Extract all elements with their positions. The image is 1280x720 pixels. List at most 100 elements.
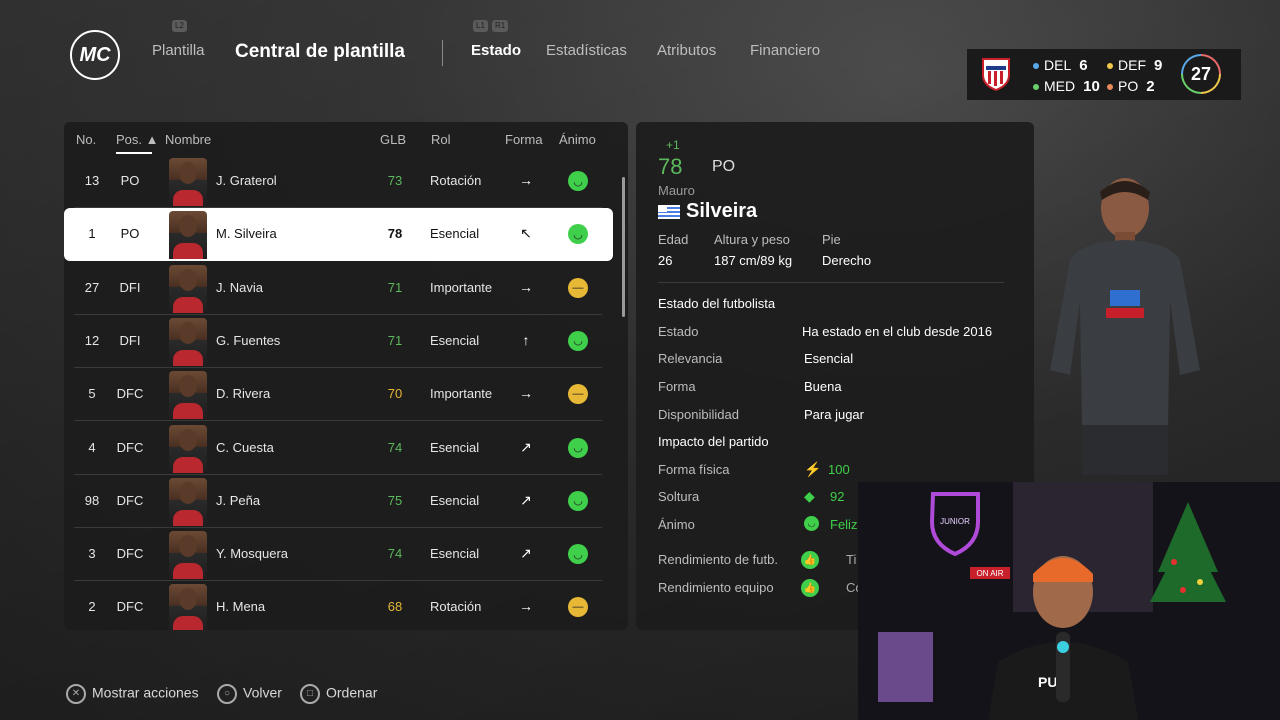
- player-photo-image: [169, 531, 207, 580]
- row-glb: 71: [387, 279, 403, 295]
- row-glb: 70: [387, 386, 403, 402]
- ordenar-button[interactable]: □ Ordenar: [300, 684, 377, 704]
- section-estado: Estado del futbolista: [658, 296, 776, 311]
- fisica-value: 100: [828, 462, 850, 477]
- mc-logo: MC: [70, 30, 120, 80]
- r1-hint-icon: R1: [492, 20, 509, 32]
- form-arrow-icon: ↗: [520, 438, 532, 455]
- soltura-label: Soltura: [658, 489, 700, 504]
- del-dot-icon: [1033, 63, 1039, 70]
- rend-futb-label: Rendimiento de futb.: [658, 552, 778, 567]
- row-name: J. Graterol: [216, 173, 277, 188]
- row-glb: 78: [387, 226, 403, 242]
- on-air-sign: ON AIR: [976, 569, 1003, 578]
- ordenar-label: Ordenar: [326, 684, 378, 701]
- form-arrow-icon: →: [519, 278, 533, 295]
- svg-text:PU: PU: [1038, 674, 1057, 690]
- ovr-delta: +1: [666, 138, 680, 152]
- row-position: DFI: [119, 332, 141, 348]
- team-overall-ring: 27: [1181, 54, 1221, 94]
- del-count: 6: [1079, 57, 1088, 74]
- logo-text: MC: [79, 43, 111, 66]
- volver-button[interactable]: ○ Volver: [217, 684, 282, 704]
- table-row[interactable]: 13 PO J. Graterol 73 Rotación → ◡: [64, 155, 602, 208]
- col-glb[interactable]: GLB: [380, 132, 406, 147]
- player-render-image: [1050, 178, 1200, 475]
- row-position: DFC: [116, 492, 144, 508]
- form-arrow-icon: ↗: [520, 545, 532, 562]
- col-nombre[interactable]: Nombre: [165, 132, 211, 147]
- player-last-name: Silveira: [686, 200, 758, 222]
- row-position: DFC: [116, 546, 144, 562]
- player-photo-image: [169, 211, 207, 260]
- nav-plantilla[interactable]: Plantilla: [152, 42, 205, 59]
- col-rol[interactable]: Rol: [431, 132, 451, 147]
- table-row[interactable]: 1 PO M. Silveira 78 Esencial ↖ ◡: [64, 208, 613, 262]
- col-forma[interactable]: Forma: [505, 132, 543, 147]
- animo-label: Ánimo: [658, 517, 695, 532]
- form-arrow-icon: ↗: [520, 491, 532, 508]
- relevancia-value: Esencial: [804, 351, 854, 366]
- detail-divider: [658, 282, 1004, 283]
- animo-happy-icon: ◡: [804, 516, 819, 531]
- col-no[interactable]: No.: [76, 132, 96, 147]
- page-title: Central de plantilla: [235, 41, 405, 62]
- table-row[interactable]: 27 DFI J. Navia 71 Importante → —: [64, 262, 602, 315]
- row-role: Esencial: [430, 546, 480, 562]
- edad-label: Edad: [658, 232, 689, 247]
- row-glb: 71: [387, 332, 403, 348]
- relevancia-label: Relevancia: [658, 351, 723, 366]
- table-row[interactable]: 5 DFC D. Rivera 70 Importante → —: [64, 368, 602, 422]
- table-row[interactable]: 4 DFC C. Cuesta 74 Esencial ↗ ◡: [64, 422, 602, 475]
- table-row[interactable]: 3 DFC Y. Mosquera 74 Esencial ↗ ◡: [64, 528, 602, 582]
- player-list-panel: No. Pos. ▲ Nombre GLB Rol Forma Ánimo 13…: [64, 122, 628, 630]
- header-divider: [442, 40, 443, 66]
- player-last-name-row: Silveira: [658, 200, 757, 223]
- player-ovr: 78: [658, 154, 683, 179]
- pie-value: Derecho: [822, 253, 872, 268]
- table-row[interactable]: 98 DFC J. Peña 75 Esencial ↗ ◡: [64, 475, 602, 528]
- mostrar-acciones-button[interactable]: ✕ Mostrar acciones: [66, 684, 199, 704]
- estado-value: Ha estado en el club desde 2016: [802, 324, 993, 339]
- form-arrow-icon: →: [519, 385, 533, 402]
- row-position: PO: [120, 226, 140, 242]
- sort-asc-icon: ▲: [145, 132, 159, 147]
- fisica-label: Forma física: [658, 462, 730, 477]
- col-pos[interactable]: Pos. ▲: [116, 132, 159, 147]
- po-label: PO: [1118, 78, 1139, 94]
- estado-label: Estado: [658, 324, 699, 339]
- svg-text:JUNIOR: JUNIOR: [940, 517, 970, 526]
- table-row[interactable]: 12 DFI G. Fuentes 71 Esencial ↑ ◡: [64, 315, 602, 368]
- tab-estadisticas[interactable]: Estadísticas: [546, 42, 627, 59]
- row-position: DFC: [116, 386, 144, 402]
- row-position: PO: [120, 173, 140, 188]
- med-stat: MED 10: [1033, 78, 1100, 95]
- happy-face-icon: ◡: [568, 437, 588, 458]
- edad-value: 26: [658, 253, 673, 268]
- row-name: G. Fuentes: [216, 332, 281, 348]
- l2-hint-label: L2: [175, 21, 184, 30]
- form-arrow-icon: →: [519, 598, 533, 615]
- square-button-icon: □: [300, 684, 320, 704]
- col-animo[interactable]: Ánimo: [559, 132, 596, 147]
- row-glb: 74: [387, 439, 403, 455]
- form-arrow-icon: ↖: [520, 225, 532, 242]
- table-row[interactable]: 2 DFC H. Mena 68 Rotación → —: [64, 581, 602, 630]
- form-arrow-icon: →: [519, 172, 533, 188]
- med-label: MED: [1044, 78, 1076, 94]
- tab-atributos[interactable]: Atributos: [657, 42, 716, 59]
- row-role: Rotación: [430, 173, 482, 188]
- animo-value: Feliz: [830, 517, 858, 532]
- tab-estado[interactable]: Estado: [471, 42, 521, 59]
- po-count: 2: [1146, 78, 1155, 95]
- row-role: Esencial: [430, 492, 480, 508]
- player-photo-image: [169, 158, 207, 206]
- row-position: DFI: [119, 279, 141, 295]
- def-count: 9: [1154, 57, 1163, 74]
- tab-financiero[interactable]: Financiero: [750, 42, 820, 59]
- def-stat: DEF 9: [1107, 57, 1162, 74]
- po-dot-icon: [1107, 84, 1113, 91]
- med-dot-icon: [1033, 84, 1039, 91]
- list-scrollbar[interactable]: [622, 177, 625, 317]
- soltura-value: 92: [830, 489, 845, 504]
